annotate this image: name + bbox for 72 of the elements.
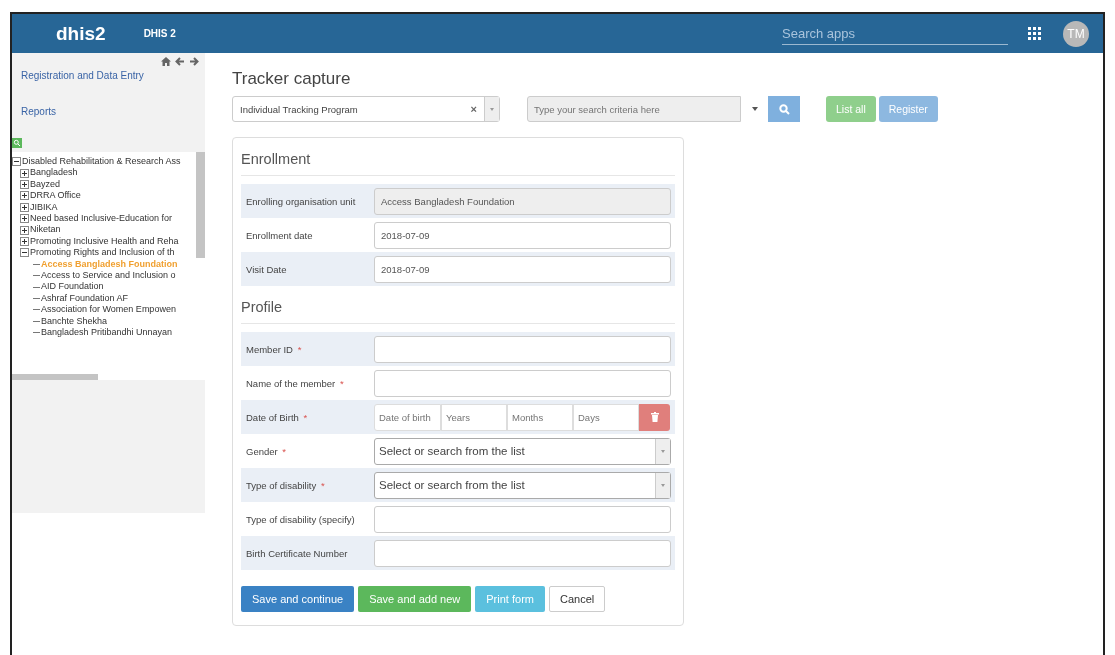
tree-item[interactable]: Bangladesh [30, 167, 78, 179]
app-name: DHIS 2 [143, 28, 176, 39]
input-field[interactable]: Years [441, 403, 507, 431]
forward-arrow-icon[interactable] [189, 57, 199, 66]
tree-item[interactable]: JIBIKA [30, 201, 58, 214]
input-field[interactable]: Days [573, 403, 639, 431]
section-heading: Enrollment [241, 138, 675, 176]
field-label: Member ID [246, 343, 293, 355]
expand-icon[interactable] [20, 237, 29, 247]
expand-icon[interactable] [20, 202, 29, 212]
program-select[interactable]: Individual Tracking Program × [232, 96, 500, 122]
input-field[interactable] [374, 335, 671, 363]
input-field[interactable]: 2018-07-09 [374, 255, 671, 283]
action-button[interactable]: Cancel [548, 586, 606, 612]
input-field[interactable]: Access Bangladesh Foundation [374, 187, 671, 215]
input-field[interactable]: Date of birth [374, 403, 441, 431]
search-field[interactable]: Search apps [782, 22, 1008, 45]
tree-item[interactable]: DRRA Office [30, 190, 81, 202]
expand-icon[interactable] [20, 191, 29, 201]
search-field[interactable]: Type your search criteria here [527, 96, 741, 122]
expand-icon[interactable] [20, 168, 29, 178]
field-label: Enrolling organisation unit [246, 195, 356, 207]
tree-item[interactable]: AID Foundation [41, 281, 104, 293]
action-button[interactable]: Save and continue [241, 586, 355, 612]
tree-item[interactable]: Need based Inclusive-Education for [30, 213, 173, 225]
required-icon: * [282, 445, 287, 457]
expand-icon[interactable] [20, 214, 29, 224]
expand-icon[interactable] [20, 180, 29, 189]
field-label: Enrollment date [246, 229, 313, 241]
collapse-icon[interactable] [12, 157, 21, 167]
trash-icon [650, 412, 659, 422]
tree-item[interactable]: Promoting Inclusive Health and Reha [30, 235, 179, 248]
sidebar-link[interactable]: Registration and Data Entry [12, 66, 205, 85]
input-field[interactable]: 2018-07-09 [374, 221, 671, 249]
field-label: Gender [246, 445, 278, 457]
tree-item[interactable]: Niketan [30, 224, 61, 236]
tree-item[interactable]: Banchte Shekha [41, 315, 108, 328]
page-title: Tracker capture [232, 69, 352, 89]
select-field[interactable]: Select or search from the list [374, 437, 671, 465]
field-label: Type of disability (specify) [246, 513, 355, 525]
field-label: Type of disability [246, 479, 317, 491]
input-field[interactable] [374, 369, 671, 397]
field-label: Name of the member [246, 377, 336, 389]
field-label: Birth Certificate Number [246, 547, 348, 559]
sidebar-link[interactable]: Reports [12, 102, 205, 121]
tree-item[interactable]: Ashraf Foundation AF [41, 292, 129, 305]
scrollbar[interactable] [12, 374, 98, 380]
tree-item[interactable]: Access to Service and Inclusion o [41, 270, 176, 282]
required-icon: * [339, 377, 344, 389]
collapse-icon[interactable] [20, 248, 29, 258]
scrollbar[interactable] [196, 152, 205, 258]
tree-item[interactable]: Bangladesh Pritibandhi Unnayan [41, 327, 173, 339]
input-field[interactable] [374, 505, 671, 533]
tree-item[interactable]: Bayzed [30, 178, 61, 191]
select-field[interactable]: Select or search from the list [374, 471, 671, 499]
required-icon: * [303, 411, 308, 423]
tree-item[interactable]: Promoting Rights and Inclusion of th [30, 247, 175, 259]
back-arrow-icon[interactable] [175, 57, 185, 66]
field-label: Date of Birth [246, 411, 299, 423]
input-field[interactable] [374, 539, 671, 567]
required-icon: * [297, 343, 302, 355]
delete-button[interactable] [639, 403, 670, 431]
required-icon: * [320, 479, 325, 491]
expand-icon[interactable] [20, 225, 29, 235]
logo[interactable]: dhis2 [56, 22, 106, 45]
search-icon [778, 103, 790, 115]
apps-grid-icon[interactable] [1028, 27, 1041, 40]
input-field[interactable]: Months [507, 403, 573, 431]
field-label: Visit Date [246, 263, 287, 275]
section-heading: Profile [241, 286, 675, 324]
tree-item[interactable]: Association for Women Empowen [41, 304, 176, 316]
home-icon[interactable] [161, 57, 171, 66]
